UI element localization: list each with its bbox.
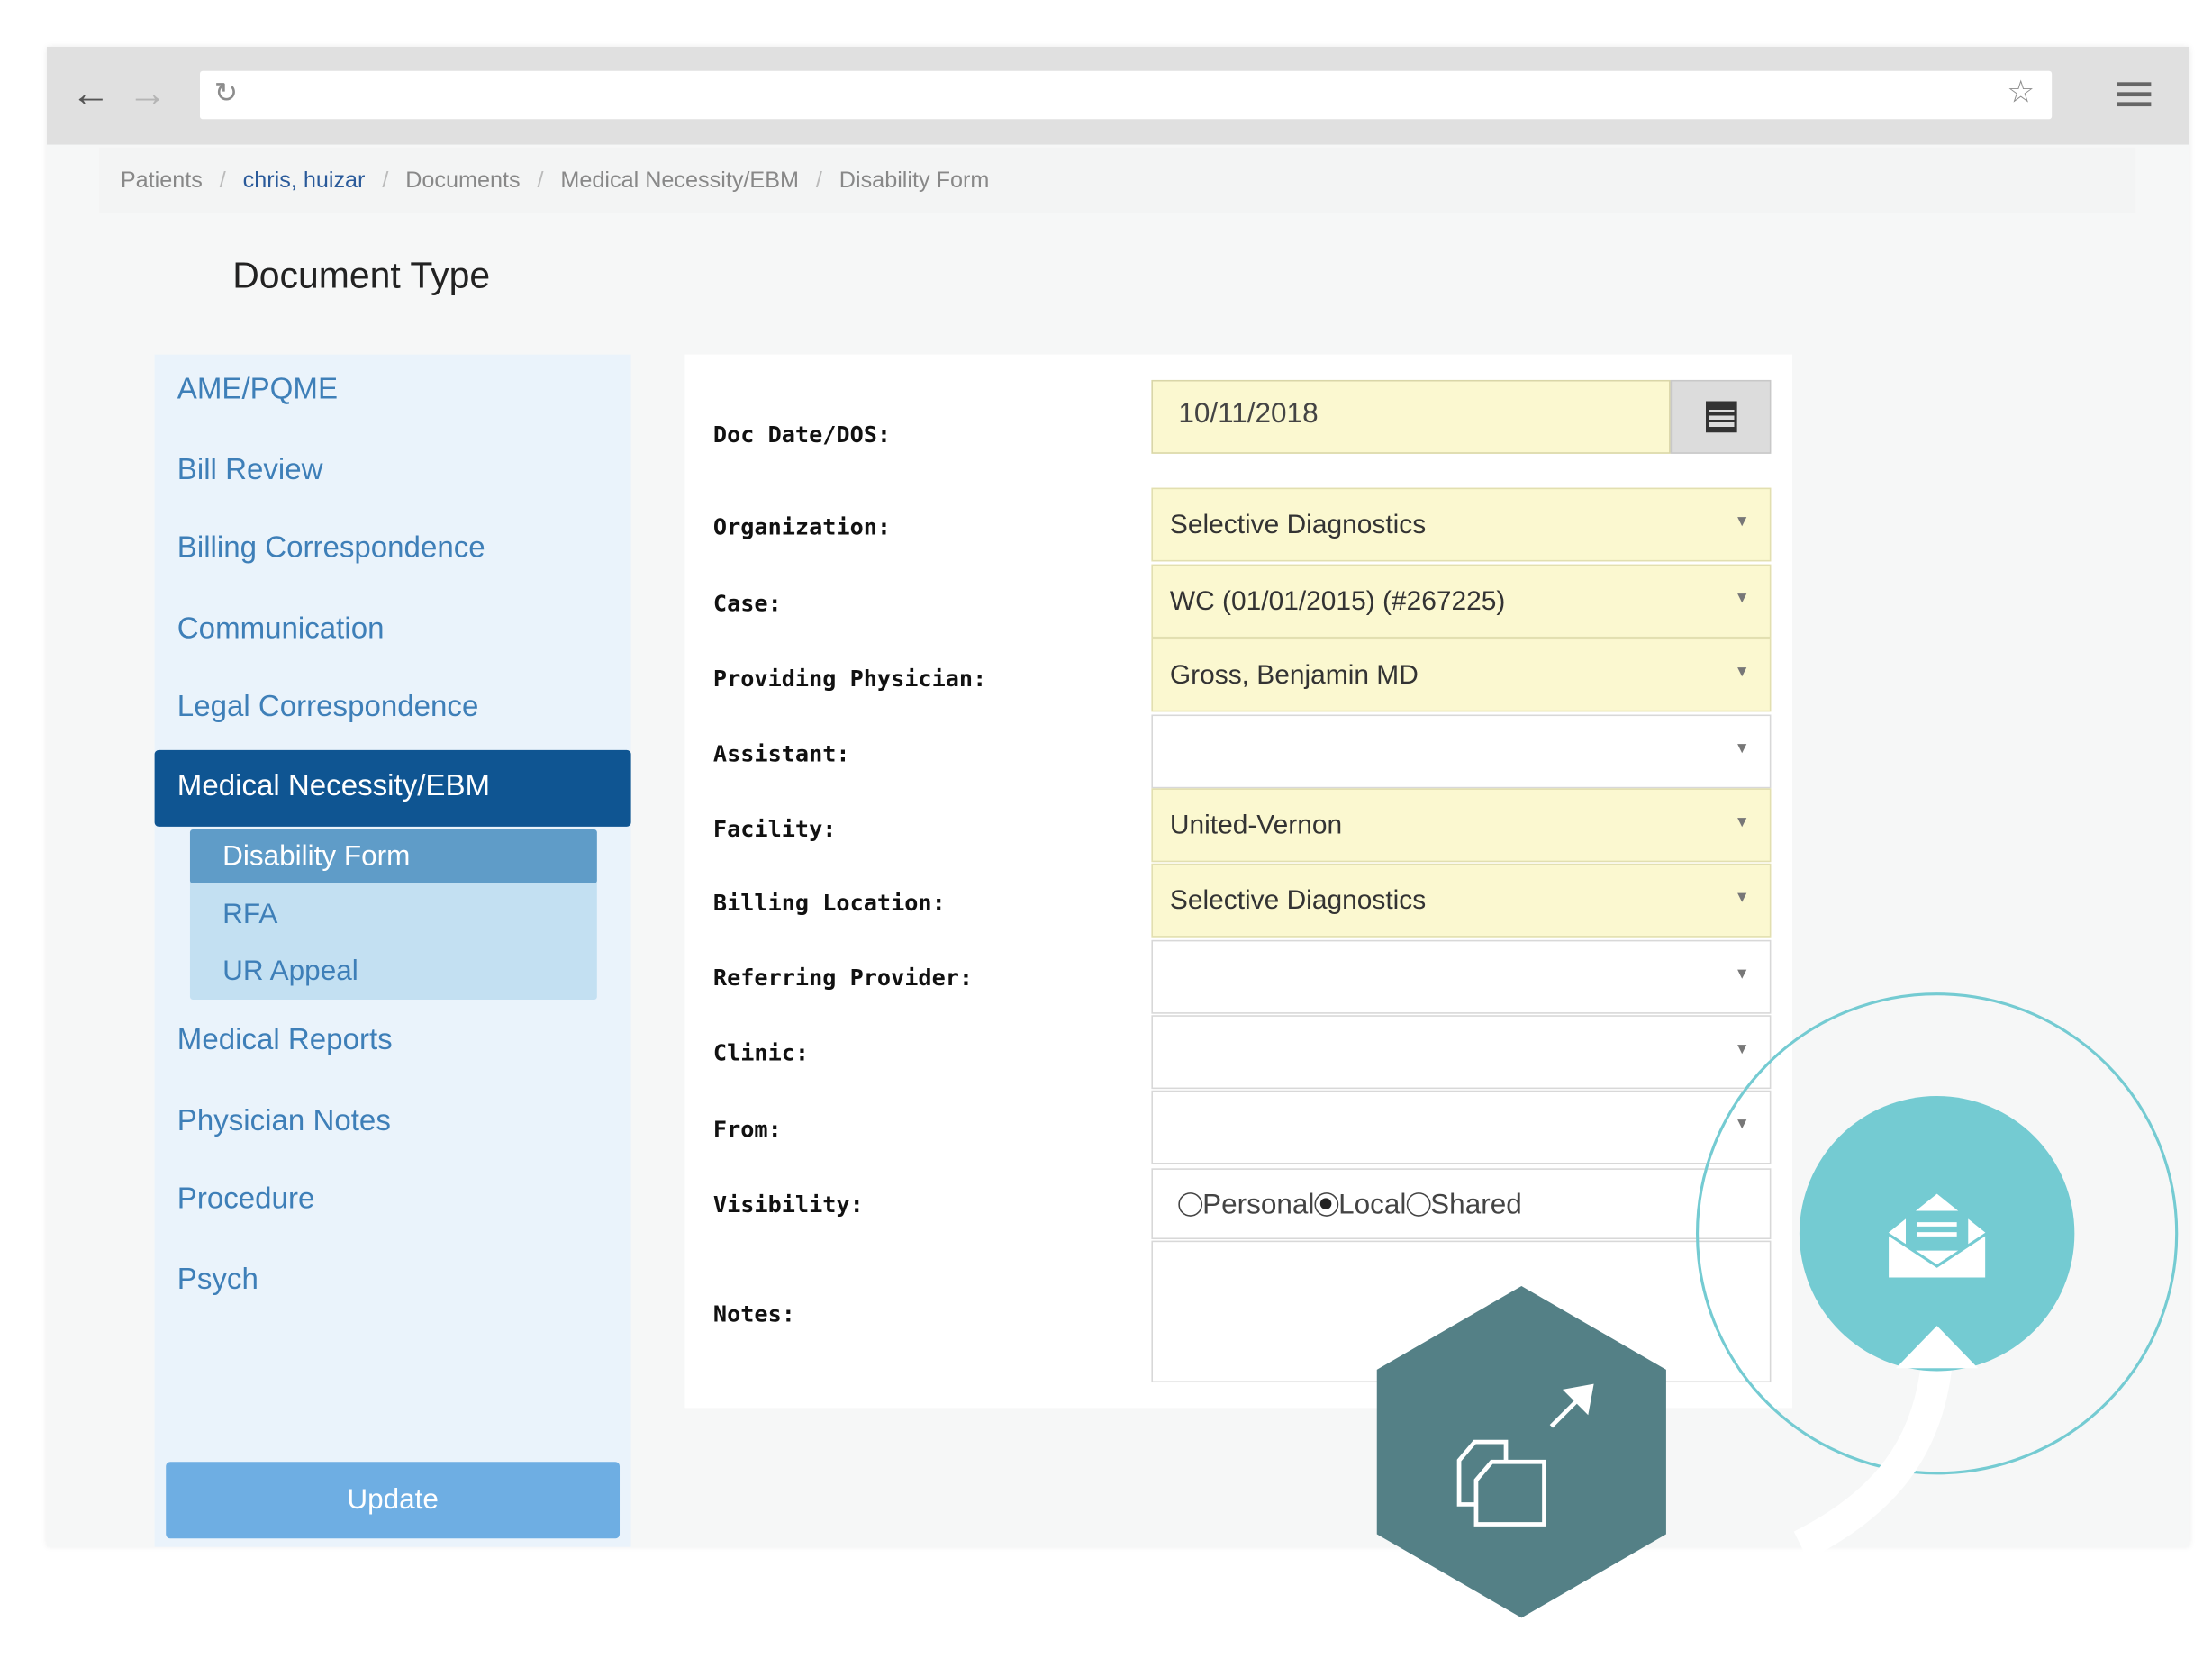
feature-illustration	[1376, 992, 2179, 1618]
hexagon-badge	[1376, 1285, 1666, 1618]
curved-arrow-tail	[1793, 1359, 1953, 1560]
